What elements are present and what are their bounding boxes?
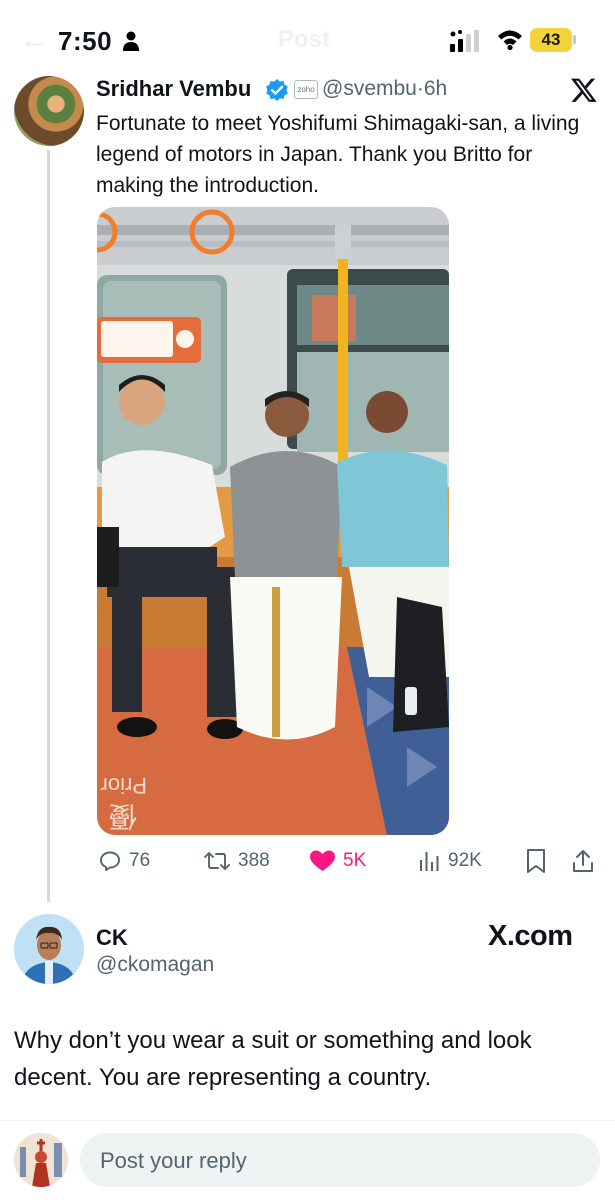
bookmark-icon (527, 849, 545, 873)
tweet-photo[interactable]: Prior 優 (97, 207, 449, 835)
my-avatar-illustration (14, 1133, 68, 1187)
repost-icon (204, 852, 230, 870)
reply-icon (100, 851, 120, 871)
separator-dot: · (416, 77, 424, 100)
author-handle-time[interactable]: @svembu·6h (322, 77, 447, 101)
reply-placeholder: Post your reply (100, 1148, 247, 1173)
tweet-text: Fortunate to meet Yoshifumi Shimagaki-sa… (96, 112, 580, 197)
views-action[interactable]: 92K (417, 848, 482, 874)
author-name[interactable]: Sridhar Vembu (96, 76, 251, 102)
views-chart-icon (420, 852, 439, 871)
view-count: 92K (448, 850, 482, 871)
author-handle: @svembu (322, 77, 417, 100)
reply-author-avatar[interactable] (14, 914, 84, 984)
floor-text: Prior (101, 773, 147, 798)
thread-line (47, 150, 50, 902)
battery-nub (573, 35, 576, 44)
share-icon (573, 850, 593, 872)
divider (0, 1120, 615, 1121)
affiliate-badge-icon: zoho (294, 80, 318, 99)
author-avatar[interactable] (14, 76, 84, 146)
share-action[interactable] (571, 848, 602, 874)
like-count: 5K (343, 850, 367, 871)
cartoon-avatar-illustration (14, 914, 84, 984)
floor-kanji: 優 (109, 800, 137, 833)
repost-action[interactable]: 388 (203, 848, 270, 874)
reply-action[interactable]: 76 (98, 848, 150, 874)
train-photo-illustration: Prior 優 (97, 207, 449, 835)
verified-badge-icon (266, 79, 288, 101)
reply-count: 76 (129, 850, 151, 871)
reply-author-handle[interactable]: @ckomagan (96, 953, 214, 977)
wifi-icon (498, 30, 522, 50)
like-action[interactable]: 5K (309, 848, 366, 874)
status-time: 7:50 (58, 26, 113, 56)
battery-level: 43 (530, 28, 572, 52)
heart-icon (310, 850, 335, 871)
tweet-age: 6h (423, 77, 448, 100)
my-avatar[interactable] (14, 1133, 68, 1187)
xcom-watermark: X.com (488, 920, 573, 952)
repost-count: 388 (238, 850, 270, 871)
page-title: Post (278, 26, 331, 53)
cellular-signal-icon (450, 30, 479, 52)
bookmark-action[interactable] (525, 848, 554, 874)
x-logo-icon (571, 78, 597, 102)
reply-text: Why don’t you wear a suit or something a… (14, 1027, 532, 1091)
back-arrow-icon[interactable]: ← (20, 24, 48, 56)
reply-author-name[interactable]: CK (96, 925, 128, 951)
person-icon (123, 31, 139, 51)
